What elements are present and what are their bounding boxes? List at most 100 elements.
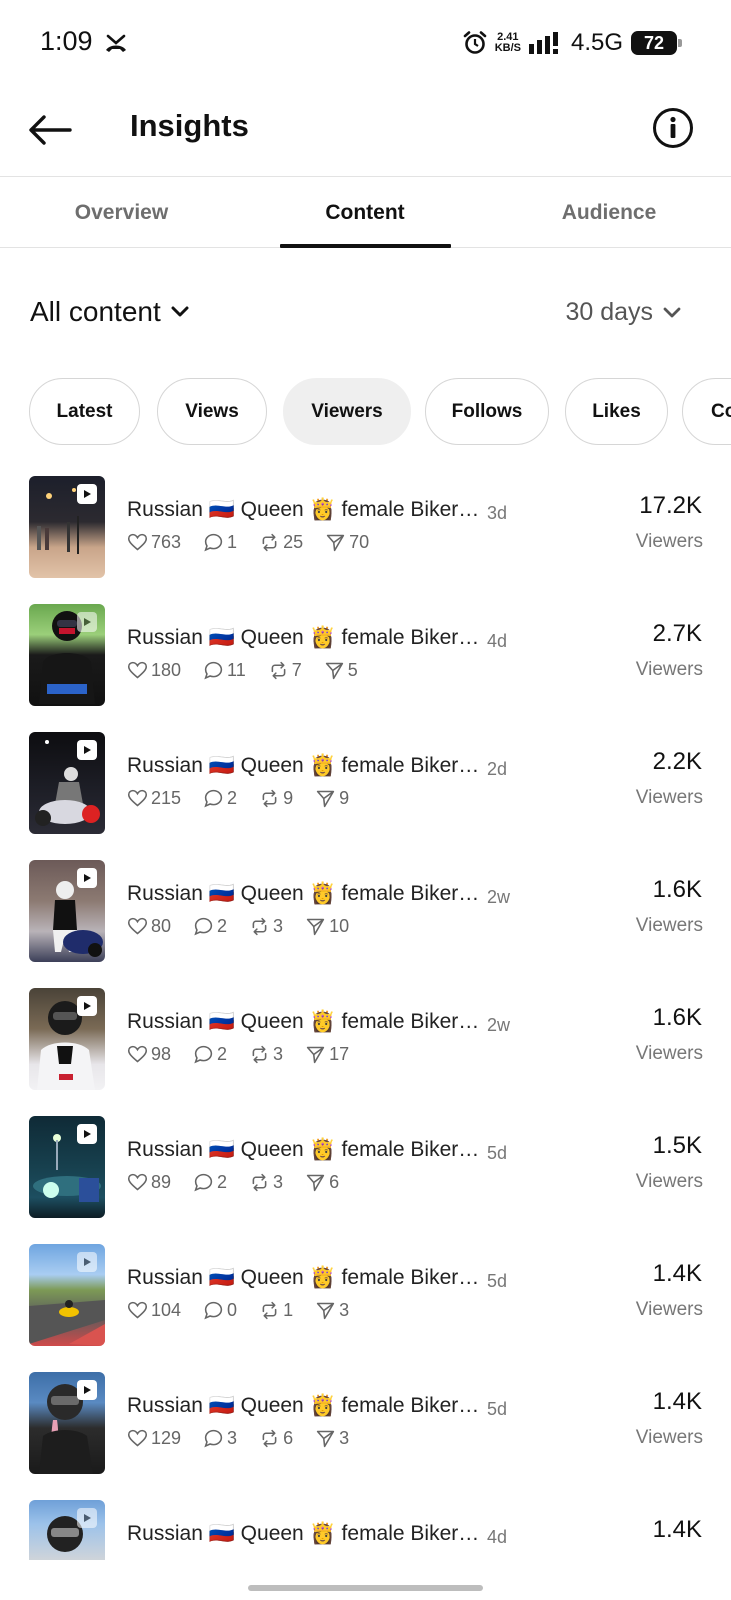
comments-count: 2 xyxy=(217,1044,228,1064)
insights-tabs: Overview Content Audience xyxy=(0,176,731,248)
viewers-label: Viewers xyxy=(635,1043,703,1064)
content-type-label: All content xyxy=(30,296,161,327)
comment-icon xyxy=(204,661,223,680)
chip-likes[interactable]: Likes xyxy=(565,378,668,445)
likes-count: 763 xyxy=(151,532,182,552)
active-tab-indicator xyxy=(280,244,451,248)
heart-icon xyxy=(127,1429,148,1447)
list-item[interactable]: Russian 🇷🇺 Queen 👸 female Biker… 3d 763 … xyxy=(0,476,731,586)
post-age: 2w xyxy=(487,1015,511,1035)
repost-icon xyxy=(271,661,286,680)
info-button[interactable] xyxy=(649,104,697,152)
post-age: 5d xyxy=(487,1271,508,1291)
viewers-value: 1.4K xyxy=(652,1388,702,1415)
post-thumbnail xyxy=(29,732,105,834)
page-title: Insights xyxy=(130,108,249,143)
post-thumbnail xyxy=(29,604,105,706)
alarm-icon xyxy=(463,31,486,54)
comment-icon xyxy=(204,789,223,808)
chip-views[interactable]: Views xyxy=(157,378,267,445)
video-icon xyxy=(77,1124,97,1144)
repost-icon xyxy=(262,533,277,552)
post-thumbnail xyxy=(29,476,105,578)
comments-count: 2 xyxy=(217,916,228,936)
tab-audience[interactable]: Audience xyxy=(487,177,731,248)
reposts-count: 1 xyxy=(283,1300,294,1320)
heart-icon xyxy=(127,1045,148,1063)
heart-icon xyxy=(127,789,148,807)
post-age: 2w xyxy=(487,887,511,907)
repost-icon xyxy=(252,1173,267,1192)
video-icon xyxy=(77,1508,97,1528)
viewers-value: 1.6K xyxy=(652,876,702,903)
tab-overview[interactable]: Overview xyxy=(0,177,243,248)
post-title: Russian 🇷🇺 Queen 👸 female Biker… xyxy=(127,1138,480,1161)
heart-icon xyxy=(127,1173,148,1191)
post-stats: 89 2 3 6 xyxy=(127,1172,361,1193)
comments-count: 11 xyxy=(227,660,246,680)
viewers-value: 17.2K xyxy=(639,492,702,519)
comment-icon xyxy=(194,1045,213,1064)
viewers-value: 2.7K xyxy=(652,620,702,647)
repost-icon xyxy=(252,917,267,936)
chevron-down-icon xyxy=(663,307,681,317)
post-age: 2d xyxy=(487,759,508,779)
reposts-count: 3 xyxy=(273,1044,284,1064)
chip-viewers[interactable]: Viewers xyxy=(283,378,411,445)
viewers-label: Viewers xyxy=(635,1427,703,1448)
post-title: Russian 🇷🇺 Queen 👸 female Biker… xyxy=(127,882,480,905)
viewers-label: Viewers xyxy=(635,1171,703,1192)
viewers-value: 1.5K xyxy=(652,1132,702,1159)
back-button[interactable] xyxy=(26,106,74,154)
viewers-value: 1.4K xyxy=(652,1260,702,1287)
chip-latest[interactable]: Latest xyxy=(29,378,140,445)
comment-icon xyxy=(194,917,213,936)
list-item[interactable]: Russian 🇷🇺 Queen 👸 female Biker… 2w 80 2… xyxy=(0,860,731,970)
video-icon xyxy=(77,868,97,888)
share-icon xyxy=(306,918,325,936)
share-icon xyxy=(316,790,335,808)
share-icon xyxy=(316,1430,335,1448)
shares-count: 3 xyxy=(339,1300,350,1320)
share-icon xyxy=(325,662,343,680)
heart-icon xyxy=(127,661,148,679)
video-icon xyxy=(77,740,97,760)
list-item[interactable]: Russian 🇷🇺 Queen 👸 female Biker… 2w 98 2… xyxy=(0,988,731,1098)
list-item[interactable]: Russian 🇷🇺 Queen 👸 female Biker… 2d 215 … xyxy=(0,732,731,842)
viewers-label: Viewers xyxy=(635,787,703,808)
post-title: Russian 🇷🇺 Queen 👸 female Biker… xyxy=(127,1394,480,1417)
post-stats: 104 0 1 3 xyxy=(127,1300,371,1321)
likes-count: 215 xyxy=(151,788,182,808)
tab-content[interactable]: Content xyxy=(243,177,487,248)
shares-count: 5 xyxy=(347,660,358,680)
period-dropdown[interactable]: 30 days xyxy=(565,298,681,327)
signal-icon xyxy=(528,32,558,54)
content-type-dropdown[interactable]: All content xyxy=(30,296,189,328)
post-thumbnail xyxy=(29,860,105,962)
video-icon xyxy=(77,1252,97,1272)
share-icon xyxy=(306,1046,325,1064)
post-title: Russian 🇷🇺 Queen 👸 female Biker… xyxy=(127,1522,480,1545)
reposts-count: 9 xyxy=(283,788,294,808)
reposts-count: 6 xyxy=(283,1428,294,1448)
chip-follows[interactable]: Follows xyxy=(425,378,549,445)
arrow-left-icon xyxy=(29,115,72,145)
chip-comments[interactable]: Co xyxy=(682,378,731,445)
comments-count: 1 xyxy=(227,532,238,552)
list-item[interactable]: Russian 🇷🇺 Queen 👸 female Biker… 5d 104 … xyxy=(0,1244,731,1354)
post-stats: 80 2 3 10 xyxy=(127,916,371,937)
list-item[interactable]: Russian 🇷🇺 Queen 👸 female Biker… 5d 129 … xyxy=(0,1372,731,1482)
comment-icon xyxy=(204,1301,223,1320)
likes-count: 98 xyxy=(151,1044,172,1064)
chevron-down-icon xyxy=(171,306,189,317)
list-item[interactable]: Russian 🇷🇺 Queen 👸 female Biker… 4d 180 … xyxy=(0,604,731,714)
status-time: 1:09 xyxy=(40,26,93,56)
post-age: 5d xyxy=(487,1399,508,1419)
viewers-label: Viewers xyxy=(635,915,703,936)
list-item[interactable]: Russian 🇷🇺 Queen 👸 female Biker… 5d 89 2… xyxy=(0,1116,731,1226)
post-stats: 180 11 7 5 xyxy=(127,660,380,681)
network-speed: 2.41 KB/S xyxy=(494,31,521,54)
reposts-count: 3 xyxy=(273,916,284,936)
home-indicator[interactable] xyxy=(248,1585,483,1591)
share-icon xyxy=(316,1302,335,1320)
